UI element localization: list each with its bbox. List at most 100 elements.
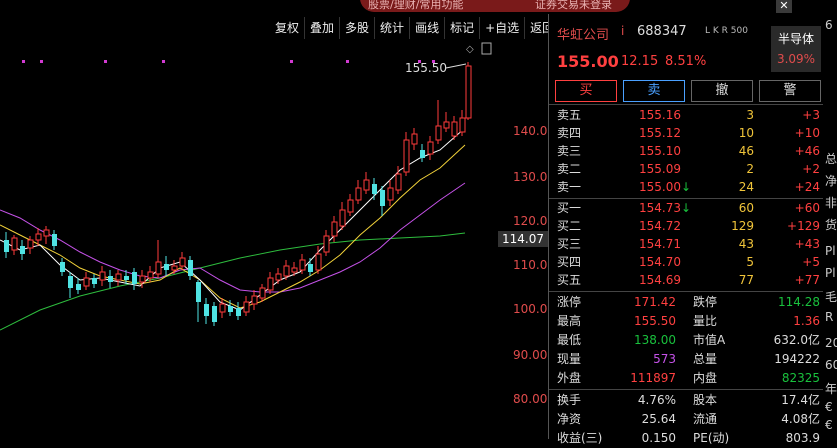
edge-label: Pl — [825, 266, 836, 280]
price-change-pct: 8.51% — [665, 54, 707, 69]
ask-row[interactable]: 卖一 155.00 ↓ 24 +24 — [549, 179, 824, 196]
bid-change: +60 — [794, 201, 820, 215]
bid-row[interactable]: 买四 154.70 5 +5 — [549, 254, 824, 271]
edge-label: 20 — [825, 336, 837, 350]
ask-volume: 2 — [746, 162, 754, 176]
down-arrow-icon: ↓ — [681, 201, 692, 215]
ask-label: 卖一 — [557, 180, 582, 194]
stats-row: 涨停 171.42 跌停 114.28 — [549, 293, 824, 312]
stat-value: 155.50 — [634, 314, 676, 328]
bid-volume: 5 — [746, 255, 754, 269]
ask-change: +3 — [802, 108, 820, 122]
bid-price: 154.71 — [639, 237, 681, 251]
bid-row[interactable]: 买三 154.71 43 +43 — [549, 236, 824, 253]
edge-label: 毛 — [825, 290, 837, 304]
bid-change: +77 — [794, 273, 820, 287]
bid-price: 154.70 — [639, 255, 681, 269]
close-icon[interactable]: ✕ — [776, 0, 792, 13]
bid-label: 买三 — [557, 237, 582, 251]
toolbar-item-mark[interactable]: 标记 — [445, 17, 481, 39]
bid-volume: 77 — [738, 273, 754, 287]
ask-label: 卖五 — [557, 108, 582, 122]
bid-label: 买二 — [557, 219, 582, 233]
bid-volume: 129 — [731, 219, 754, 233]
stock-name: 华虹公司 — [557, 28, 610, 43]
stat-label: 内盘 — [693, 371, 718, 385]
stat-value: 25.64 — [641, 412, 676, 426]
toolbar-item-fuquan[interactable]: 复权 — [270, 17, 306, 39]
top-banner-left[interactable]: 股票/理财/常用功能 — [368, 0, 463, 11]
stats-row: 最高 155.50 量比 1.36 — [549, 312, 824, 331]
bid-row[interactable]: 买五 154.69 77 +77 — [549, 272, 824, 289]
toolbar-item-multi[interactable]: 多股 — [340, 17, 376, 39]
top-banner-right[interactable]: 证券交易未登录 — [535, 0, 612, 11]
stat-label: 净资 — [557, 412, 582, 426]
stat-value: 632.0亿 — [773, 333, 820, 347]
edge-label: € — [825, 400, 833, 414]
stat-value: 1.36 — [793, 314, 820, 328]
alert-button[interactable]: 警 — [759, 80, 821, 102]
stat-label: 总量 — [693, 352, 718, 366]
info-badge[interactable]: i — [621, 24, 624, 38]
ask-price: 155.00 — [639, 180, 681, 194]
bid-volume: 60 — [738, 201, 754, 215]
stats-row: 最低 138.00 市值A 632.0亿 — [549, 331, 824, 350]
stat-value: 4.76% — [637, 393, 676, 407]
sector-box[interactable]: 半导体 3.09% — [771, 26, 821, 72]
bid-volume: 43 — [738, 237, 754, 251]
ask-row[interactable]: 卖三 155.10 46 +46 — [549, 143, 824, 160]
ask-label: 卖三 — [557, 144, 582, 158]
high-annotation-arrow — [445, 63, 467, 69]
candlestick-chart[interactable]: 155.50 ◇ 140.00 130.00 120.00 110.00 100… — [0, 40, 555, 439]
toolbar-item-draw[interactable]: 画线 — [410, 17, 446, 39]
toolbar-item-stats[interactable]: 统计 — [375, 17, 411, 39]
bid-label: 买四 — [557, 255, 582, 269]
axis-label-90: 90.00 — [513, 348, 548, 362]
ask-row[interactable]: 卖五 155.16 3 +3 — [549, 107, 824, 124]
stat-value: 111897 — [630, 371, 676, 385]
stat-label: 股本 — [693, 393, 718, 407]
bid-row[interactable]: 买二 154.72 129 +129 — [549, 218, 824, 235]
sector-name: 半导体 — [777, 32, 814, 46]
top-banner-pill[interactable]: 股票/理财/常用功能 证券交易未登录 — [360, 0, 630, 12]
stat-label: 流通 — [693, 412, 718, 426]
stat-value: 573 — [653, 352, 676, 366]
ask-label: 卖四 — [557, 126, 582, 140]
edge-label: 年 — [825, 382, 837, 396]
sector-pct: 3.09% — [776, 52, 816, 66]
ask-change: +24 — [794, 180, 820, 194]
ask-row[interactable]: 卖二 155.09 2 +2 — [549, 161, 824, 178]
ask-row[interactable]: 卖四 155.12 10 +10 — [549, 125, 824, 142]
stats-row: 现量 573 总量 194222 — [549, 350, 824, 369]
diamond-icon[interactable]: ◇ — [466, 44, 474, 55]
bid-label: 买五 — [557, 273, 582, 287]
edge-label: 货 — [825, 218, 837, 232]
edge-label: 非 — [825, 196, 837, 210]
stat-value: 82325 — [781, 371, 820, 385]
chart-svg: 155.50 ◇ — [0, 42, 492, 331]
stat-value: 4.08亿 — [781, 412, 820, 426]
buy-button[interactable]: 买 — [555, 80, 617, 102]
ask-label: 卖二 — [557, 162, 582, 176]
divider — [549, 389, 824, 390]
bid-row[interactable]: 买一 154.73 ↓ 60 +60 — [549, 200, 824, 217]
edge-label: 6 — [825, 18, 833, 32]
stat-label: 换手 — [557, 393, 582, 407]
ask-price: 155.12 — [639, 126, 681, 140]
high-annotation: 155.50 — [405, 61, 447, 75]
bid-price: 154.72 — [639, 219, 681, 233]
stat-label: 跌停 — [693, 295, 718, 309]
chart-toolbar: 复权 叠加 多股 统计 画线 标记 +自选 返回 — [270, 17, 561, 39]
divider — [549, 104, 824, 105]
toolbar-item-add-fav[interactable]: +自选 — [480, 17, 526, 39]
ask-price: 155.16 — [639, 108, 681, 122]
divider — [549, 291, 824, 292]
ask-change: +10 — [794, 126, 820, 140]
window-toggle-icon[interactable] — [481, 42, 492, 55]
ask-price: 155.10 — [639, 144, 681, 158]
toolbar-item-overlay[interactable]: 叠加 — [305, 17, 341, 39]
edge-label: € — [825, 418, 833, 432]
sell-button[interactable]: 卖 — [623, 80, 685, 102]
cancel-button[interactable]: 撤 — [691, 80, 753, 102]
stat-label: 量比 — [693, 314, 718, 328]
